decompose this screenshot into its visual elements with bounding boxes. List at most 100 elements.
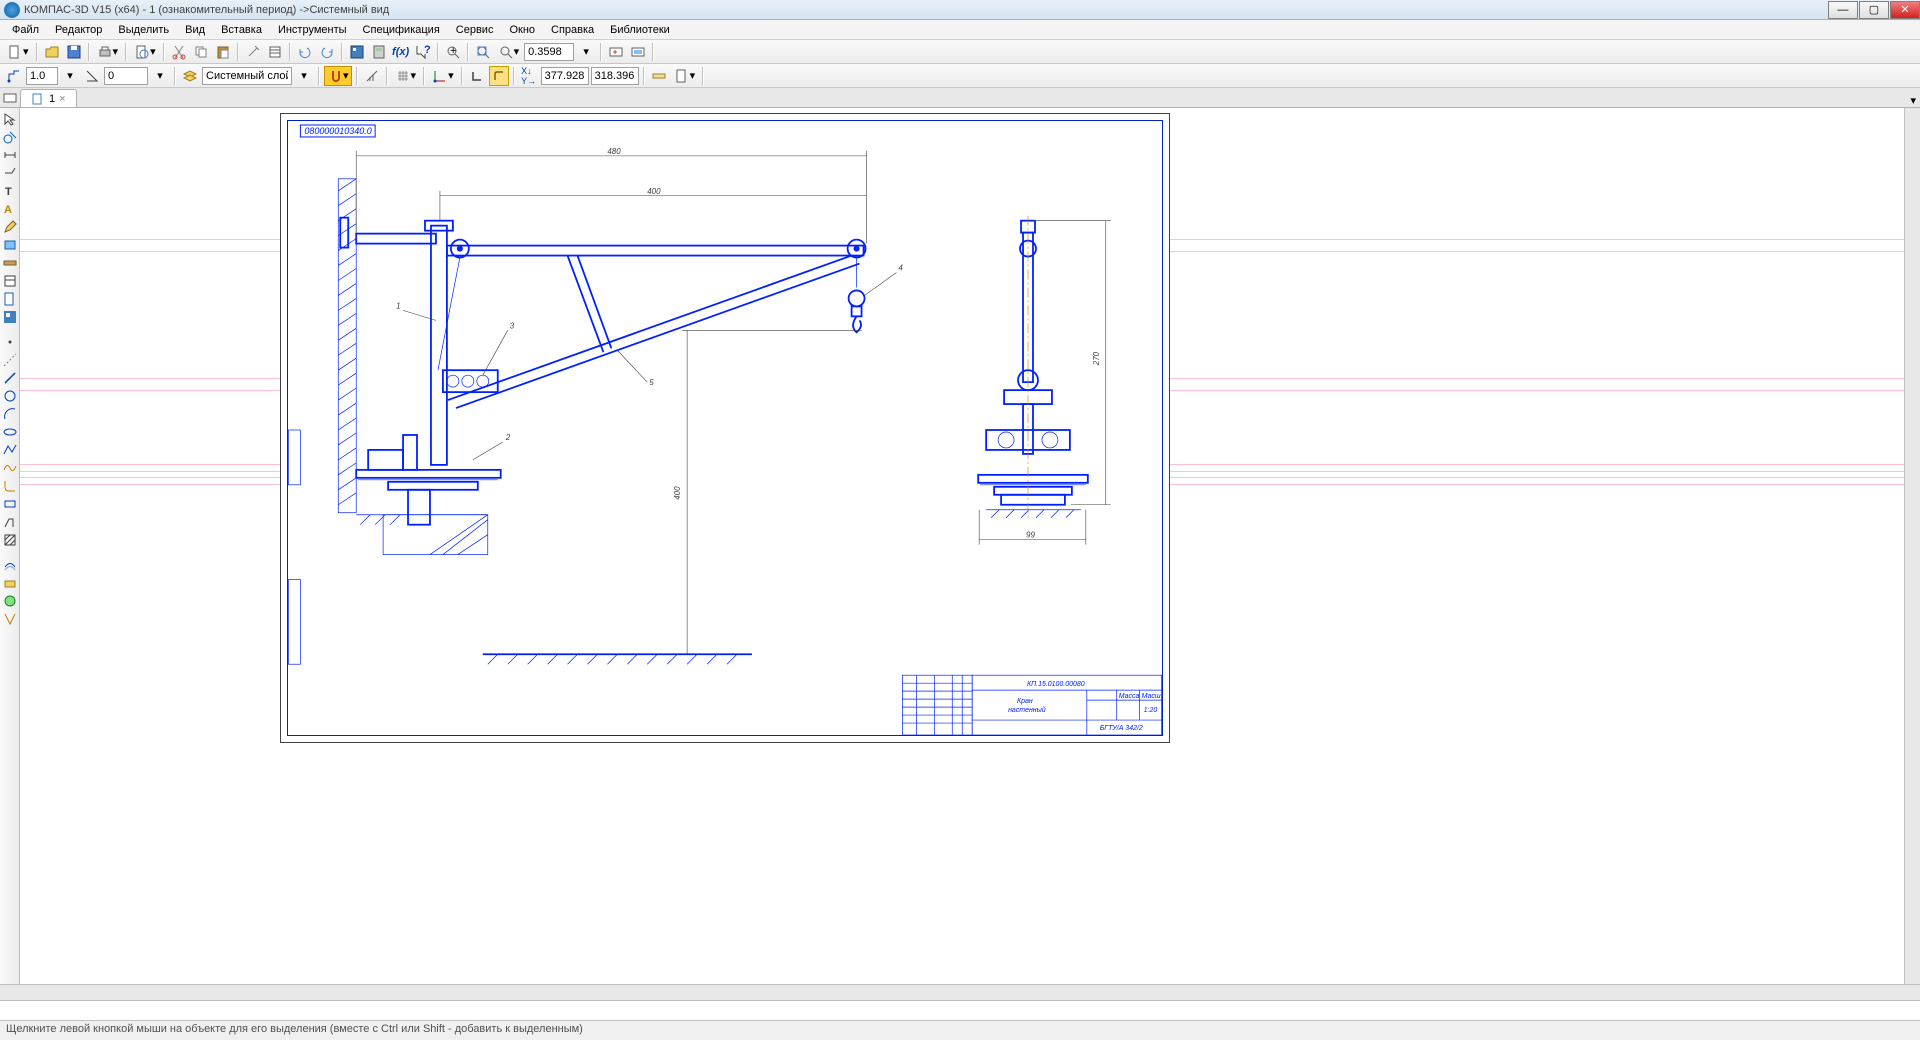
hatch-tool[interactable] <box>1 531 19 548</box>
designations-tool[interactable] <box>1 164 19 181</box>
drawing-canvas[interactable]: 080000010340.0 <box>20 108 1904 984</box>
menu-insert[interactable]: Вставка <box>213 22 270 38</box>
svg-text:A: A <box>4 204 12 216</box>
menu-edit[interactable]: Редактор <box>47 22 110 38</box>
spec-tool[interactable] <box>1 272 19 289</box>
calculator-button[interactable] <box>369 42 389 62</box>
line-tool[interactable] <box>1 369 19 386</box>
menu-window[interactable]: Окно <box>501 22 543 38</box>
refresh-button[interactable] <box>628 42 648 62</box>
open-button[interactable] <box>42 42 62 62</box>
angle-dropdown[interactable]: ▾ <box>150 66 170 86</box>
menu-tools[interactable]: Инструменты <box>270 22 355 38</box>
menu-file[interactable]: Файл <box>4 22 47 38</box>
close-button[interactable]: ✕ <box>1890 1 1920 19</box>
zoom-dropdown[interactable]: ▾ <box>576 42 596 62</box>
round-button[interactable] <box>489 66 509 86</box>
layer-icon[interactable] <box>180 66 200 86</box>
copy-button[interactable] <box>191 42 211 62</box>
toolbar-standard: ▾ ▾ ▾ f(x) ? + ▾ ▾ <box>0 40 1920 64</box>
linewidth-input[interactable] <box>26 67 58 85</box>
dimensions-tool[interactable] <box>1 146 19 163</box>
svg-text:Копировал: Копировал <box>1056 734 1096 735</box>
clip-tool[interactable] <box>1 610 19 627</box>
paste-button[interactable] <box>213 42 233 62</box>
window-title: КОМПАС-3D V15 (x64) - 1 (ознакомительный… <box>24 4 1827 16</box>
zoom-fit-button[interactable] <box>473 42 493 62</box>
ortho-button[interactable] <box>467 66 487 86</box>
horizontal-scrollbar[interactable] <box>0 984 1920 1000</box>
construction-design-tool[interactable]: A <box>1 200 19 217</box>
document-tab-1[interactable]: 1 × <box>20 89 77 107</box>
equidistant-tool[interactable] <box>1 556 19 573</box>
arc-tool[interactable] <box>1 405 19 422</box>
menu-view[interactable]: Вид <box>177 22 213 38</box>
properties-button[interactable] <box>243 42 263 62</box>
whatsthis-button[interactable]: ? <box>413 42 433 62</box>
angle-icon[interactable] <box>82 66 102 86</box>
svg-text:1: 1 <box>396 301 400 310</box>
auxline-tool[interactable] <box>1 351 19 368</box>
report-button[interactable]: ▾ <box>671 66 699 86</box>
measure-button[interactable] <box>649 66 669 86</box>
step-button[interactable] <box>4 66 24 86</box>
layer-dropdown[interactable]: ▾ <box>294 66 314 86</box>
params-tool[interactable] <box>1 236 19 253</box>
fillet-tool[interactable] <box>1 477 19 494</box>
snap-toggle[interactable]: ▾ <box>324 66 352 86</box>
polyline-tool[interactable] <box>1 441 19 458</box>
zoom-in-button[interactable]: + <box>443 42 463 62</box>
maximize-button[interactable]: ▢ <box>1859 1 1889 19</box>
rectangle-tool[interactable] <box>1 495 19 512</box>
cut-button[interactable] <box>169 42 189 62</box>
point-tool[interactable] <box>1 333 19 350</box>
menu-libs[interactable]: Библиотеки <box>602 22 678 38</box>
reports-tool[interactable] <box>1 290 19 307</box>
print-button[interactable]: ▾ <box>94 42 122 62</box>
linewidth-dropdown[interactable]: ▾ <box>60 66 80 86</box>
undo-button[interactable] <box>295 42 315 62</box>
attrib-tool[interactable] <box>1 592 19 609</box>
edit-tool[interactable] <box>1 218 19 235</box>
tabs-expand-button[interactable]: ▾ <box>1910 94 1916 107</box>
circle-tool[interactable] <box>1 387 19 404</box>
grid-button[interactable]: ▾ <box>392 66 420 86</box>
menu-service[interactable]: Сервис <box>448 22 502 38</box>
new-button[interactable]: ▾ <box>4 42 32 62</box>
select-tool[interactable] <box>1 110 19 127</box>
grid-setup-button[interactable] <box>362 66 382 86</box>
variables-button[interactable]: f(x) <box>391 42 411 62</box>
tabs-icon[interactable] <box>2 90 18 106</box>
minimize-button[interactable]: — <box>1828 1 1858 19</box>
coord-y-input[interactable] <box>591 67 639 85</box>
layer-combo[interactable] <box>202 67 292 85</box>
zoom-value-input[interactable] <box>524 43 574 61</box>
save-button[interactable] <box>64 42 84 62</box>
svg-text:1:20: 1:20 <box>1144 707 1158 714</box>
redraw-button[interactable] <box>606 42 626 62</box>
geometry-tool[interactable] <box>1 128 19 145</box>
measure-tool[interactable] <box>1 254 19 271</box>
vertical-scrollbar[interactable] <box>1904 108 1920 984</box>
text-tool[interactable]: T <box>1 182 19 199</box>
insert-views-tool[interactable] <box>1 308 19 325</box>
menu-select[interactable]: Выделить <box>110 22 177 38</box>
redo-button[interactable] <box>317 42 337 62</box>
command-line[interactable] <box>0 1000 1920 1020</box>
window-titlebar: КОМПАС-3D V15 (x64) - 1 (ознакомительный… <box>0 0 1920 20</box>
spline-tool[interactable] <box>1 459 19 476</box>
ellipse-tool[interactable] <box>1 423 19 440</box>
angle-input[interactable] <box>104 67 148 85</box>
manager-button[interactable] <box>347 42 367 62</box>
menu-help[interactable]: Справка <box>543 22 602 38</box>
autoline-tool[interactable] <box>1 513 19 530</box>
preview-button[interactable]: ▾ <box>131 42 159 62</box>
menu-spec[interactable]: Спецификация <box>355 22 448 38</box>
tab-close-button[interactable]: × <box>59 93 65 105</box>
coord-x-input[interactable] <box>541 67 589 85</box>
spec-button[interactable] <box>265 42 285 62</box>
zoom-button[interactable]: ▾ <box>495 42 523 62</box>
assembly-contour-tool[interactable] <box>1 574 19 591</box>
lcs-button[interactable]: ▾ <box>429 66 457 86</box>
svg-text:400: 400 <box>647 187 661 196</box>
